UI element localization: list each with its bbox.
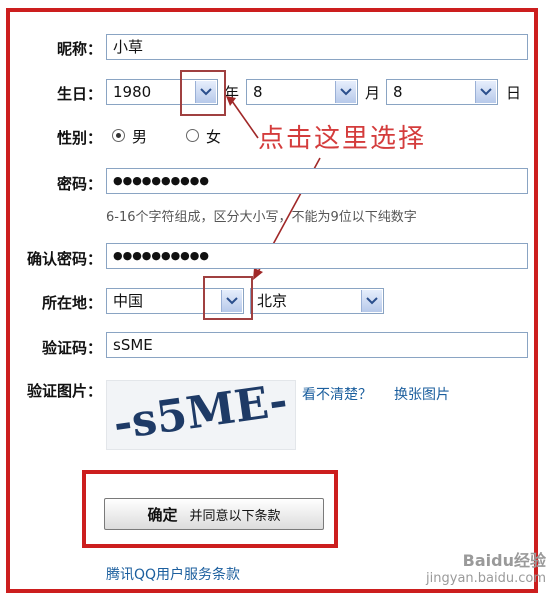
- watermark: Baidu经验 jingyan.baidu.com: [426, 547, 546, 586]
- watermark-line2: jingyan.baidu.com: [426, 571, 546, 586]
- password-input[interactable]: ●●●●●●●●●●: [106, 168, 528, 194]
- cant-see-link[interactable]: 看不清楚？: [302, 384, 372, 404]
- submit-button[interactable]: 确定 并同意以下条款: [104, 498, 324, 530]
- captcha-image: -s5ME-: [106, 380, 296, 450]
- change-image-link[interactable]: 换张图片: [394, 384, 450, 404]
- watermark-line1: Baidu经验: [462, 551, 546, 570]
- chevron-down-icon[interactable]: [361, 290, 382, 312]
- city-value: 北京: [257, 292, 288, 310]
- submit-button-main-label: 确定: [147, 505, 178, 524]
- country-dropdown-highlight-box: [203, 276, 253, 320]
- arrow-to-year-dropdown: [231, 100, 259, 139]
- confirm-password-label: 确认密码：: [26, 250, 102, 268]
- confirm-password-input[interactable]: ●●●●●●●●●●: [106, 243, 528, 269]
- submit-button-sub-label: 并同意以下条款: [189, 508, 281, 524]
- city-select[interactable]: 北京: [250, 288, 384, 314]
- terms-link[interactable]: 腾讯QQ用户服务条款: [106, 564, 240, 584]
- captcha-image-text: -s5ME-: [110, 380, 291, 450]
- country-value: 中国: [113, 292, 144, 310]
- location-label: 所在地：: [41, 294, 102, 312]
- captcha-input[interactable]: sSME: [106, 332, 528, 358]
- captcha-label: 验证码：: [41, 339, 102, 357]
- password-hint: 6-16个字符组成，区分大小写，不能为9位以下纯数字: [106, 210, 417, 225]
- password-label: 密码：: [56, 175, 102, 193]
- captcha-image-label: 验证图片：: [26, 382, 102, 400]
